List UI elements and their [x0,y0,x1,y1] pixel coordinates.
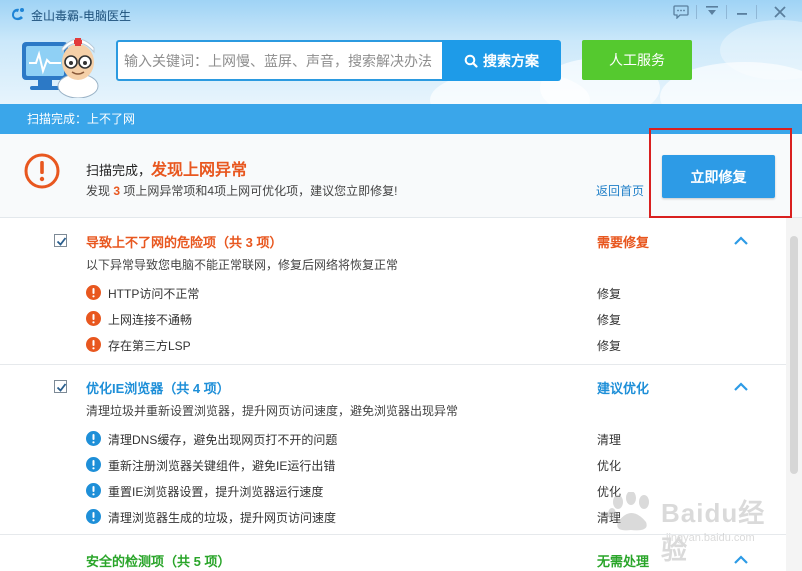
item-action: 清理 [597,433,622,447]
header: 金山毒霸-电脑医生 输入关键词：上网慢、蓝屏、声音，搜索解决办法 搜索方案 人工… [0,0,802,104]
search-box: 搜索方案 [116,40,561,81]
section-count: （共 5 项） [164,554,231,569]
issue-count: 3 [113,184,121,198]
warning-icon [24,153,60,189]
list-item: HTTP访问不正常 修复 [86,283,766,303]
section-count: （共 4 项） [163,381,230,396]
summary-desc-prefix: 发现 [86,184,111,198]
summary-desc-suffix: 项上网异常项和4项上网可优化项，建议您立即修复! [123,184,398,198]
section-description: 以下异常导致您电脑不能正常联网，修复后网络将恢复正常 [86,258,399,272]
item-label: 重新注册浏览器关键组件，避免IE运行出错 [108,459,336,473]
watermark-url: jingyan.baidu.com [666,532,755,544]
item-action: 优化 [597,459,622,473]
danger-section: 导致上不了网的危险项（共 3 项） 以下异常导致您电脑不能正常联网，修复后网络将… [0,218,786,365]
doctor-mascot-icon [20,32,100,99]
section-description: 清理垃圾并重新设置浏览器，提升网页访问速度，避免浏览器出现异常 [86,404,459,418]
item-label: 清理浏览器生成的垃圾，提升网页访问速度 [108,511,337,525]
app-window: 金山毒霸-电脑医生 输入关键词：上网慢、蓝屏、声音，搜索解决办法 搜索方案 人工… [0,0,802,571]
item-action: 修复 [597,339,622,353]
info-icon [86,457,101,472]
summary-description: 发现 3 项上网异常项和4项上网可优化项，建议您立即修复! [86,182,397,199]
titlebar-divider [696,5,697,19]
search-button-label: 搜索方案 [483,52,539,69]
titlebar-divider [756,5,757,19]
list-item: 存在第三方LSP 修复 [86,335,766,355]
minimize-icon[interactable] [731,3,753,23]
error-icon [86,337,101,352]
chevron-up-icon[interactable] [733,381,749,393]
item-label: 重置IE浏览器设置，提升浏览器运行速度 [108,485,324,499]
paw-icon [608,492,649,531]
section-title-text: 导致上不了网的危险项 [86,235,217,250]
summary-title-highlight: 发现上网异常 [151,162,248,179]
search-icon [464,54,478,68]
item-action: 修复 [597,313,622,327]
section-status: 建议优化 [597,381,650,396]
title-bar: 金山毒霸-电脑医生 [0,0,802,28]
list-item: 清理DNS缓存，避免出现网页打不开的问题 清理 [86,429,766,449]
section-checkbox[interactable] [54,380,67,393]
item-action: 修复 [597,287,622,301]
error-icon [86,311,101,326]
section-checkbox[interactable] [54,234,67,247]
window-title: 金山毒霸-电脑医生 [31,9,131,23]
human-service-button[interactable]: 人工服务 [582,40,692,80]
scrollbar-thumb[interactable] [790,236,798,474]
info-icon [86,483,101,498]
chat-bubble-icon[interactable] [670,3,692,23]
baidu-watermark: Baidu经验 jingyan.baidu.com [600,490,790,565]
watermark-text: Baidu经验 [661,498,766,565]
list-item: 上网连接不通畅 修复 [86,309,766,329]
item-label: HTTP访问不正常 [108,287,200,301]
search-input[interactable] [118,42,440,79]
section-title-text: 安全的检测项 [86,554,165,569]
fix-now-button[interactable]: 立即修复 [662,155,775,198]
section-status: 需要修复 [597,235,650,250]
titlebar-divider [726,5,727,19]
item-label: 上网连接不通畅 [108,313,193,327]
section-count: （共 3 项） [216,235,283,250]
section-title: 安全的检测项（共 5 项） [86,551,230,570]
search-solution-button[interactable]: 搜索方案 [442,40,561,81]
list-item: 重新注册浏览器关键组件，避免IE运行出错 优化 [86,455,766,475]
close-icon[interactable] [769,3,791,23]
section-title-text: 优化IE浏览器 [86,381,164,396]
item-label: 存在第三方LSP [108,339,191,353]
summary-title: 扫描完成，发现上网异常 [86,156,247,180]
error-icon [86,285,101,300]
menu-icon[interactable] [701,3,723,23]
info-icon [86,431,101,446]
section-title: 导致上不了网的危险项（共 3 项） [86,232,282,251]
item-label: 清理DNS缓存，避免出现网页打不开的问题 [108,433,338,447]
info-icon [86,509,101,524]
summary-title-prefix: 扫描完成， [86,163,152,178]
chevron-up-icon[interactable] [733,235,749,247]
app-logo-icon [10,6,26,22]
section-title: 优化IE浏览器（共 4 项） [86,378,230,397]
back-home-link[interactable]: 返回首页 [596,182,644,199]
